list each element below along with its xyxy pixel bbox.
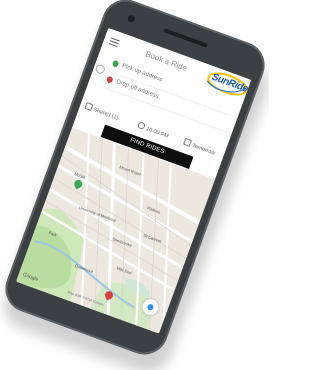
pickup-pin-icon [111,59,120,68]
dropoff-pin-icon [105,75,114,84]
calendar-icon [183,137,192,147]
camera-icon [126,14,136,24]
ride-option[interactable]: Shared (1) [84,101,120,121]
person-icon [84,101,94,111]
promo-stage: Book a Ride SunRide Pick up address Drop… [0,0,269,370]
app-screen: Book a Ride SunRide Pick up address Drop… [16,27,252,334]
speaker-grille [163,28,208,48]
clock-icon [136,121,146,131]
menu-icon[interactable] [108,37,120,48]
